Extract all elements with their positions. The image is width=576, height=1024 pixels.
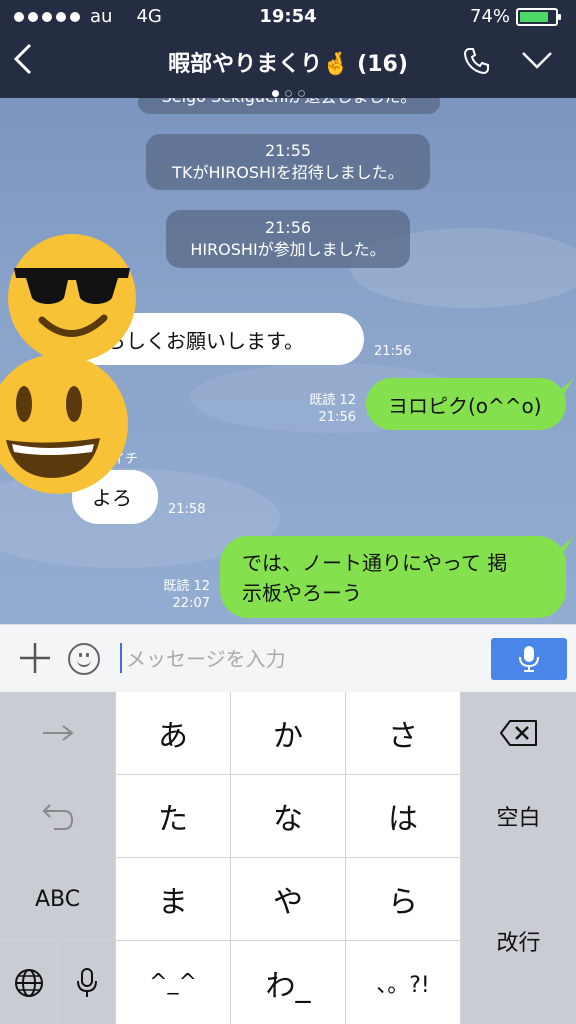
add-button[interactable] <box>18 641 52 679</box>
read-receipt: 既読 12 <box>309 393 356 408</box>
microphone-icon <box>76 967 97 997</box>
key-wa[interactable]: わ_ <box>231 941 345 1024</box>
system-time: 21:56 <box>264 218 312 237</box>
key-ya[interactable]: や <box>231 858 345 940</box>
key-ka[interactable]: か <box>231 692 345 774</box>
undo-icon <box>42 804 73 830</box>
abc-key[interactable]: ABC <box>0 858 115 940</box>
key-ta[interactable]: た <box>116 775 230 857</box>
message-time: 21:56 <box>318 410 356 425</box>
message-time: 22:07 <box>172 596 210 611</box>
next-key[interactable] <box>0 692 115 774</box>
system-time: 21:55 <box>264 141 312 160</box>
key-sa[interactable]: さ <box>346 692 460 774</box>
space-key[interactable]: 空白 <box>461 775 576 857</box>
message-text: ヨロピク(o^^o) <box>388 394 542 418</box>
message-text-line: では、ノート通りにやって 掲 <box>242 551 508 575</box>
message-bubble-right[interactable]: ヨロピク(o^^o) <box>366 378 566 430</box>
message-time: 21:56 <box>374 344 412 359</box>
emoticon-key[interactable]: ^_^ <box>116 941 230 1024</box>
sunglasses-emoji-sticker <box>8 234 136 362</box>
message-meta: 既読 12 22:07 <box>150 578 210 612</box>
menu-toggle-button[interactable] <box>520 50 554 74</box>
emoji-button[interactable] <box>68 643 100 675</box>
system-text: HIROSHIが参加しました。 <box>190 240 386 259</box>
voice-button[interactable] <box>491 638 567 680</box>
read-receipt: 既読 12 <box>163 579 210 594</box>
japanese-keyboard: あ か さ た な は 空白 ABC ま や ら 改行 ^_^ わ_ 、。?! <box>0 692 576 1024</box>
phone-icon <box>463 48 489 75</box>
smile-icon <box>77 658 91 667</box>
call-button[interactable] <box>462 46 492 80</box>
system-text: TKがHIROSHIを招待しました。 <box>172 163 404 182</box>
arrow-right-icon <box>42 725 74 741</box>
system-message-partial: Seigo Sekiguchiが退会しました。 <box>138 98 440 114</box>
key-a[interactable]: あ <box>116 692 230 774</box>
microphone-icon <box>519 646 539 672</box>
text-caret <box>120 643 122 673</box>
return-key[interactable]: 改行 <box>461 858 576 1024</box>
system-message: 21:56 HIROSHIが参加しました。 <box>166 210 410 268</box>
globe-key[interactable] <box>0 941 57 1024</box>
punctuation-key[interactable]: 、。?! <box>346 941 460 1024</box>
message-time: 21:58 <box>168 502 206 517</box>
message-text: よろ <box>92 486 132 510</box>
message-input[interactable] <box>124 639 468 679</box>
bubble-tail <box>556 378 574 394</box>
status-bar: au 4G 19:54 74% <box>0 0 576 32</box>
system-text-partial: Seigo Sekiguchiが退会しました。 <box>162 98 417 106</box>
dictation-key[interactable] <box>58 941 115 1024</box>
key-ra[interactable]: ら <box>346 858 460 940</box>
backspace-icon <box>499 720 537 746</box>
chat-header: au 4G 19:54 74% 暇部やりまくり🤞 (16) <box>0 0 576 98</box>
key-ma[interactable]: ま <box>116 858 230 940</box>
message-text-line: 示板やろーう <box>242 581 362 605</box>
globe-icon <box>14 968 43 997</box>
key-ha[interactable]: は <box>346 775 460 857</box>
message-input-bar <box>0 624 576 693</box>
undo-key[interactable] <box>0 775 115 857</box>
system-message: 21:55 TKがHIROSHIを招待しました。 <box>146 134 430 190</box>
chat-area[interactable]: Seigo Sekiguchiが退会しました。 21:55 TKがHIROSHI… <box>0 98 576 624</box>
battery-icon <box>516 7 561 26</box>
battery-percent: 74% <box>469 6 510 27</box>
backspace-key[interactable] <box>461 692 576 774</box>
bubble-tail <box>556 536 574 552</box>
chevron-down-icon <box>522 52 552 69</box>
plus-icon <box>20 643 50 673</box>
status-right: 74% <box>469 6 561 27</box>
message-bubble-right[interactable]: では、ノート通りにやって 掲 示板やろーう <box>220 536 566 618</box>
message-meta: 既読 12 21:56 <box>296 392 356 426</box>
key-na[interactable]: な <box>231 775 345 857</box>
